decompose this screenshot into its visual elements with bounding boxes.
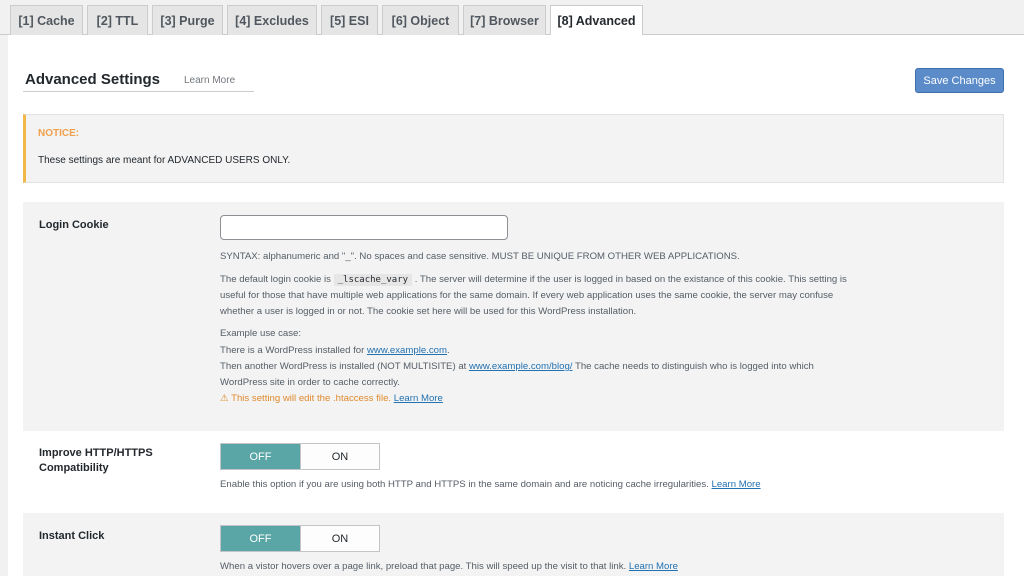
http-compat-description: Enable this option if you are using both… [220, 477, 761, 493]
example-line-3: WordPress site in order to cache correct… [220, 377, 400, 388]
instant-click-on-option[interactable]: ON [300, 526, 379, 551]
example-line-2-post: The cache needs to distinguish who is lo… [574, 361, 814, 372]
tab-advanced[interactable]: [8] Advanced [550, 5, 643, 36]
period: . [446, 345, 450, 356]
http-compat-label: Improve HTTP/HTTPS Compatibility [39, 446, 153, 476]
example-line-1: There is a WordPress installed for www.e… [220, 343, 450, 359]
tab-ttl[interactable]: [2] TTL [87, 5, 148, 35]
instant-click-label: Instant Click [39, 530, 105, 542]
title-divider [23, 91, 254, 92]
http-compat-off-option[interactable]: OFF [221, 444, 300, 469]
save-changes-button[interactable]: Save Changes [915, 68, 1004, 93]
desc-line-3: whether a user is logged in or not. The … [220, 306, 637, 317]
login-cookie-syntax: SYNTAX: alphanumeric and "_". No spaces … [220, 251, 740, 262]
tab-bar: [1] Cache [2] TTL [3] Purge [4] Excludes… [0, 0, 1024, 36]
page-title: Advanced Settings [25, 71, 161, 88]
desc-line-2: useful for those that have multiple web … [220, 290, 834, 301]
example-domain-link[interactable]: www.example.com [367, 345, 447, 356]
tab-object[interactable]: [6] Object [382, 5, 459, 35]
example-blog-link[interactable]: www.example.com/blog/ [469, 361, 572, 372]
http-compat-label-line-2: Compatibility [39, 462, 109, 474]
http-compat-on-option[interactable]: ON [300, 444, 379, 469]
notice-text: These settings are meant for ADVANCED US… [38, 155, 291, 166]
http-compat-label-line-1: Improve HTTP/HTTPS [39, 447, 153, 459]
instant-click-learn-more-link[interactable]: Learn More [629, 561, 678, 572]
tab-cache[interactable]: [1] Cache [10, 5, 83, 35]
tab-purge[interactable]: [3] Purge [152, 5, 223, 35]
instant-click-desc-text: When a vistor hovers over a page link, p… [220, 561, 627, 572]
instant-click-toggle[interactable]: OFF ON [220, 525, 380, 552]
title-learn-more-link[interactable]: Learn More [184, 75, 235, 86]
example-line-2-text: Then another WordPress is installed (NOT… [220, 361, 467, 372]
desc-post-text: . The server will determine if the user … [414, 274, 847, 285]
login-cookie-input[interactable] [220, 215, 508, 240]
instant-click-description: When a vistor hovers over a page link, p… [220, 559, 678, 575]
tab-excludes[interactable]: [4] Excludes [227, 5, 317, 35]
notice-title: NOTICE: [38, 128, 80, 139]
warning-text: This setting will edit the .htaccess fil… [231, 393, 392, 404]
tab-browser[interactable]: [7] Browser [463, 5, 546, 35]
htaccess-warning: ⚠ This setting will edit the .htaccess f… [220, 391, 443, 407]
default-cookie-code: _lscache_vary [333, 274, 413, 286]
login-cookie-description: The default login cookie is _lscache_var… [220, 272, 847, 288]
login-cookie-label: Login Cookie [39, 219, 109, 231]
http-compat-row: Improve HTTP/HTTPS Compatibility [23, 431, 1004, 513]
tab-esi[interactable]: [5] ESI [321, 5, 378, 35]
warning-icon: ⚠ [220, 393, 229, 404]
warning-learn-more-link[interactable]: Learn More [394, 393, 443, 404]
example-line-2: Then another WordPress is installed (NOT… [220, 359, 814, 375]
desc-pre-text: The default login cookie is [220, 274, 331, 285]
http-compat-desc-text: Enable this option if you are using both… [220, 479, 709, 490]
instant-click-off-option[interactable]: OFF [221, 526, 300, 551]
example-title: Example use case: [220, 328, 302, 339]
http-compat-toggle[interactable]: OFF ON [220, 443, 380, 470]
notice-box: NOTICE: These settings are meant for ADV… [23, 114, 1004, 183]
example-line-1-text: There is a WordPress installed for [220, 345, 365, 356]
http-compat-learn-more-link[interactable]: Learn More [712, 479, 761, 490]
